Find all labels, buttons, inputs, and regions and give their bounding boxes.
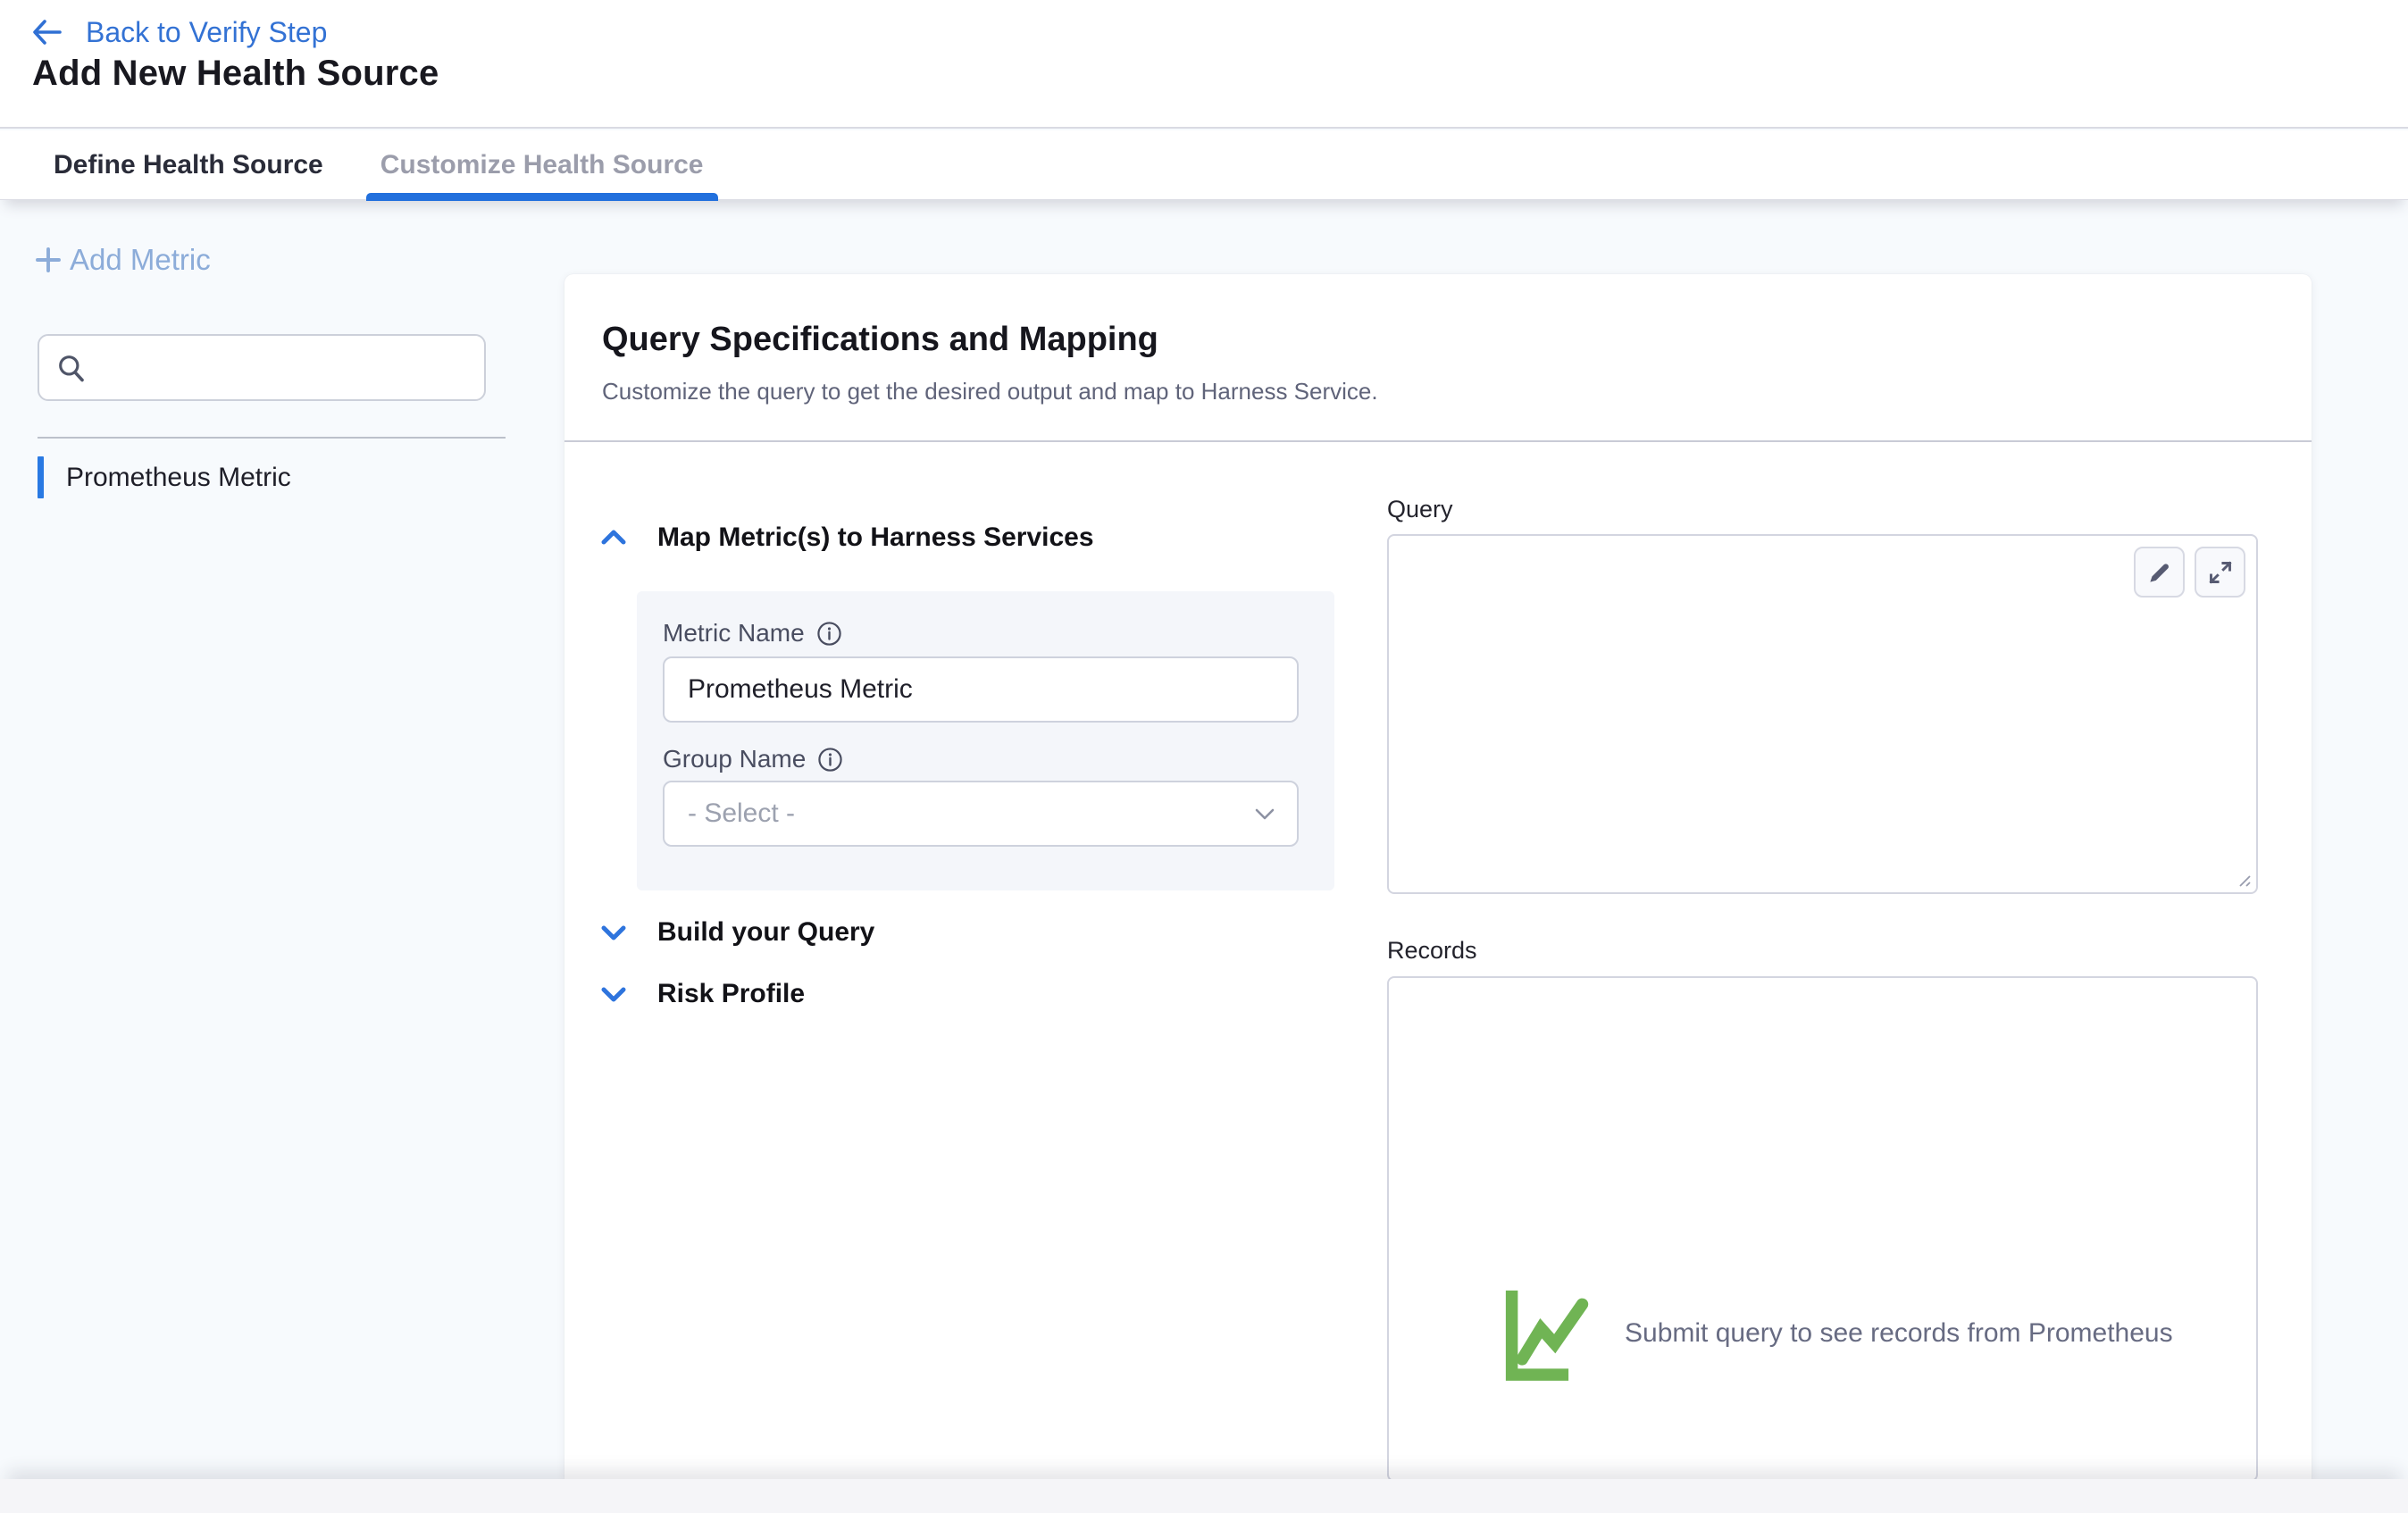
info-icon[interactable] xyxy=(817,747,843,773)
metric-name-label: Metric Name xyxy=(663,619,805,648)
health-source-tabs: Define Health Source Customize Health So… xyxy=(0,130,2408,200)
records-empty-state: Submit query to see records from Prometh… xyxy=(1503,1283,2173,1383)
footer-strip xyxy=(0,1479,2408,1513)
tab-customize-label: Customize Health Source xyxy=(380,150,704,180)
tab-define-label: Define Health Source xyxy=(54,150,323,180)
section-risk-profile[interactable]: Risk Profile xyxy=(600,979,805,1009)
build-query-heading: Build your Query xyxy=(657,917,874,948)
metric-form-panel: Metric Name Group Name - Select - xyxy=(637,591,1334,890)
pencil-icon xyxy=(2147,560,2172,585)
add-health-source-screen: Back to Verify Step Add New Health Sourc… xyxy=(0,0,2408,1513)
map-metrics-heading: Map Metric(s) to Harness Services xyxy=(657,522,1094,553)
back-link-label: Back to Verify Step xyxy=(86,16,327,49)
metric-name-input[interactable] xyxy=(663,656,1299,723)
chevron-up-icon xyxy=(600,528,627,548)
query-editor[interactable] xyxy=(1387,534,2258,894)
info-icon[interactable] xyxy=(816,621,842,647)
add-metric-button[interactable]: Add Metric xyxy=(32,243,211,277)
panel-title: Query Specifications and Mapping xyxy=(602,321,1158,359)
expand-icon xyxy=(2208,560,2233,585)
chevron-down-icon xyxy=(600,923,627,942)
line-chart-icon xyxy=(1503,1283,1593,1383)
records-panel: Submit query to see records from Prometh… xyxy=(1387,976,2258,1482)
edit-query-button[interactable] xyxy=(2134,547,2185,598)
tab-define-health-source[interactable]: Define Health Source xyxy=(39,130,338,200)
plus-icon xyxy=(32,244,64,276)
tab-customize-health-source[interactable]: Customize Health Source xyxy=(366,130,718,200)
arrow-left-icon xyxy=(32,19,63,46)
resize-handle[interactable] xyxy=(2232,868,2253,890)
page-title: Add New Health Source xyxy=(32,54,439,94)
active-tab-indicator xyxy=(366,193,718,201)
metric-search-input[interactable] xyxy=(100,353,468,382)
page-header: Back to Verify Step Add New Health Sourc… xyxy=(0,0,2408,129)
expand-query-button[interactable] xyxy=(2195,547,2245,598)
search-icon xyxy=(55,352,88,384)
metric-item-label: Prometheus Metric xyxy=(66,463,291,493)
records-empty-text: Submit query to see records from Prometh… xyxy=(1625,1318,2173,1349)
panel-divider xyxy=(564,440,2312,442)
add-metric-label: Add Metric xyxy=(70,243,211,277)
group-name-select[interactable]: - Select - xyxy=(663,781,1299,847)
section-map-metrics[interactable]: Map Metric(s) to Harness Services xyxy=(600,522,1094,553)
group-name-placeholder: - Select - xyxy=(688,798,1254,829)
metric-search[interactable] xyxy=(38,334,486,401)
section-build-query[interactable]: Build your Query xyxy=(600,917,874,948)
sidebar-divider xyxy=(38,437,506,439)
group-name-label: Group Name xyxy=(663,745,806,773)
query-specifications-card: Query Specifications and Mapping Customi… xyxy=(564,274,2312,1482)
metric-list-item-prometheus[interactable]: Prometheus Metric xyxy=(38,456,538,498)
chevron-down-icon xyxy=(600,984,627,1004)
records-label: Records xyxy=(1387,937,1477,965)
chevron-down-icon xyxy=(1254,807,1275,821)
panel-subtitle: Customize the query to get the desired o… xyxy=(602,378,1378,405)
back-link[interactable]: Back to Verify Step xyxy=(32,14,327,50)
risk-profile-heading: Risk Profile xyxy=(657,979,805,1009)
selected-indicator xyxy=(38,456,44,498)
query-label: Query xyxy=(1387,496,1453,523)
